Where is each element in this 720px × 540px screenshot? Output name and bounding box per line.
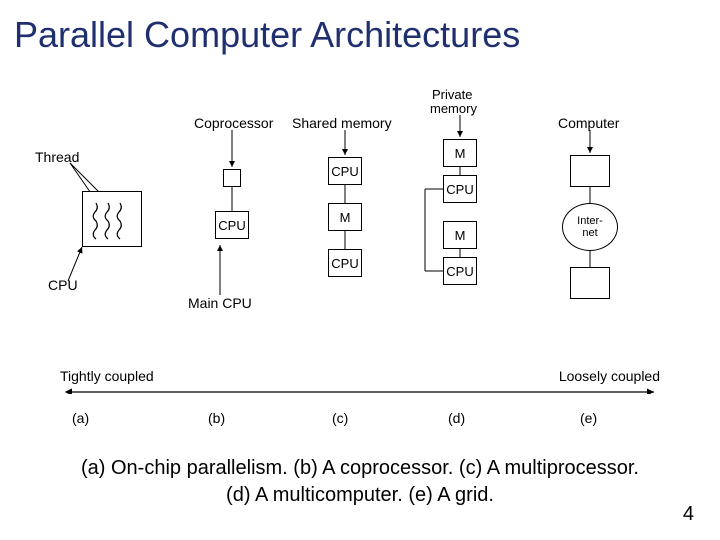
label-coprocessor: Coprocessor [194,115,273,131]
m-box-d-bottom: M [443,221,477,249]
m-box-d-top: M [443,139,477,167]
coprocessor-box [223,169,241,187]
label-main-cpu: Main CPU [188,295,252,311]
col-d: (d) [448,410,465,426]
caption-line-2: (d) A multicomputer. (e) A grid. [0,482,720,509]
cpu-box-d-top: CPU [443,175,477,203]
label-thread: Thread [35,149,79,165]
col-a: (a) [72,410,89,426]
coupling-axis: Tightly coupled Loosely coupled [60,370,660,410]
cpu-box-c-top: CPU [328,157,362,185]
cpu-box-b: CPU [215,211,249,239]
computer-box-bottom [570,267,610,299]
slide-title: Parallel Computer Architectures [0,0,720,56]
label-computer: Computer [558,115,619,131]
page-number: 4 [683,503,694,526]
col-e: (e) [580,410,597,426]
internet-ellipse: Inter-net [562,203,618,251]
column-letters: (a) (b) (c) (d) (e) [60,410,660,434]
caption-line-1: (a) On-chip parallelism. (b) A coprocess… [0,455,720,482]
label-cpu-a: CPU [48,277,78,293]
label-private-memory-2: memory [430,101,477,116]
cpu-box-a [82,191,142,247]
computer-box-top [570,155,610,187]
cpu-box-c-bottom: CPU [328,249,362,277]
label-private-memory-1: Private [432,87,472,102]
axis-right-label: Loosely coupled [559,368,660,384]
label-shared-memory: Shared memory [292,115,392,131]
col-c: (c) [332,410,348,426]
cpu-box-d-bottom: CPU [443,257,477,285]
architecture-diagram: Thread CPU Coprocessor CPU Main CPU Shar… [60,95,660,375]
m-box-c: M [328,203,362,231]
axis-left-label: Tightly coupled [60,368,154,384]
col-b: (b) [208,410,225,426]
thread-squiggles [86,197,138,241]
slide-caption: (a) On-chip parallelism. (b) A coprocess… [0,455,720,509]
